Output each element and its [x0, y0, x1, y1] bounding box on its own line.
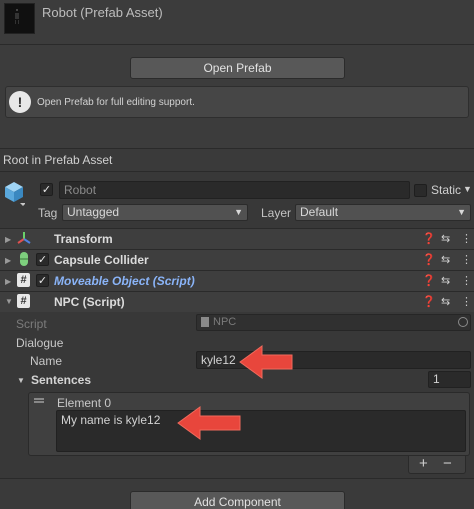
sentences-count-field[interactable]: 1	[428, 371, 471, 388]
chevron-down-icon: ▼	[234, 207, 243, 217]
moveable-object-enabled-checkbox[interactable]: ✓	[36, 274, 49, 287]
remove-element-button[interactable]: −	[443, 455, 452, 472]
asset-title: Robot (Prefab Asset)	[42, 5, 163, 20]
tag-label: Tag	[38, 206, 58, 220]
add-component-button[interactable]: Add Component	[130, 491, 345, 509]
add-element-button[interactable]: +	[419, 455, 428, 472]
kebab-icon[interactable]: ⋮	[461, 295, 472, 308]
object-picker-icon[interactable]	[458, 317, 468, 327]
component-title: Capsule Collider	[54, 253, 149, 267]
name-input[interactable]: kyle12	[196, 351, 471, 369]
component-title: Transform	[54, 232, 113, 246]
component-title: Moveable Object (Script)	[54, 274, 195, 288]
sentences-foldout-icon[interactable]: ▼	[17, 376, 25, 385]
robot-preview-icon	[15, 9, 19, 24]
info-message: Open Prefab for full editing support.	[37, 97, 195, 108]
drag-handle-icon[interactable]	[34, 398, 44, 400]
kebab-icon[interactable]: ⋮	[461, 232, 472, 245]
layer-dropdown[interactable]: Default ▼	[295, 204, 471, 221]
script-file-icon	[201, 317, 209, 327]
gameobject-name-field[interactable]: Robot	[59, 181, 410, 199]
script-hash-icon: #	[17, 294, 30, 308]
transform-icon	[17, 232, 31, 244]
static-label: Static	[431, 183, 462, 197]
question-icon[interactable]: ❓	[422, 274, 436, 287]
component-title: NPC (Script)	[54, 295, 125, 309]
capsule-collider-icon	[20, 252, 28, 266]
script-object-field: NPC	[196, 314, 471, 331]
header-divider	[0, 44, 474, 45]
sliders-icon[interactable]: ⇆	[441, 232, 450, 245]
sliders-icon[interactable]: ⇆	[441, 274, 450, 287]
open-prefab-button[interactable]: Open Prefab	[130, 57, 345, 79]
element-text-area[interactable]: My name is kyle12	[56, 410, 466, 452]
foldout-arrow-icon[interactable]: ▶	[5, 235, 11, 244]
element-label: Element 0	[57, 396, 112, 410]
name-label: Name	[30, 354, 63, 368]
sliders-icon[interactable]: ⇆	[441, 253, 450, 266]
sliders-icon[interactable]: ⇆	[441, 295, 450, 308]
script-value: NPC	[213, 316, 237, 328]
capsule-collider-enabled-checkbox[interactable]: ✓	[36, 253, 49, 266]
gameobject-cube-icon[interactable]	[3, 180, 25, 206]
tag-dropdown[interactable]: Untagged ▼	[62, 204, 248, 221]
foldout-arrow-icon[interactable]: ▶	[5, 277, 11, 286]
chevron-down-icon: ▼	[457, 207, 466, 217]
foldout-expanded-icon[interactable]: ▼	[5, 297, 13, 306]
gameobject-active-checkbox[interactable]: ✓	[40, 183, 53, 196]
static-checkbox[interactable]	[414, 184, 427, 197]
script-label: Script	[16, 317, 47, 331]
list-add-remove-bar	[408, 456, 466, 474]
question-icon[interactable]: ❓	[422, 232, 436, 245]
foldout-arrow-icon[interactable]: ▶	[5, 256, 11, 265]
question-icon[interactable]: ❓	[422, 295, 436, 308]
layer-value: Default	[300, 205, 339, 219]
script-hash-icon: #	[17, 273, 30, 287]
kebab-icon[interactable]: ⋮	[461, 253, 472, 266]
question-icon[interactable]: ❓	[422, 253, 436, 266]
exclamation-icon: !	[9, 91, 31, 113]
sentences-label: Sentences	[31, 373, 92, 387]
section-label: Root in Prefab Asset	[3, 153, 113, 167]
layer-label: Layer	[261, 206, 292, 220]
tag-value: Untagged	[67, 205, 120, 219]
static-dropdown-icon[interactable]: ▼	[463, 184, 472, 194]
dialogue-label: Dialogue	[16, 336, 64, 350]
kebab-icon[interactable]: ⋮	[461, 274, 472, 287]
